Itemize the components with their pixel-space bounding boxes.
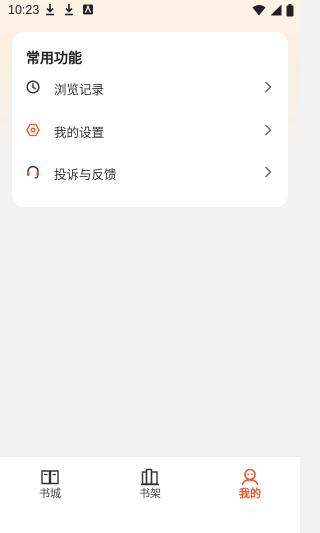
- menu-item-browse-history[interactable]: 浏览记录: [12, 68, 288, 108]
- tab-mine[interactable]: 我的: [200, 457, 300, 533]
- tab-label: 书城: [39, 487, 61, 500]
- download-icon: [46, 4, 54, 16]
- battery-icon: [286, 3, 294, 16]
- signal-icon: [270, 4, 282, 16]
- tab-bookshelf[interactable]: 书架: [100, 457, 200, 533]
- menu-item-complaint-feedback[interactable]: 投诉与反馈: [12, 153, 288, 193]
- chevron-right-icon: [265, 81, 272, 93]
- download-icon: [65, 4, 73, 16]
- bottom-navigation: 书城 书架 我的: [0, 456, 300, 533]
- menu-item-label: 我的设置: [54, 125, 105, 140]
- status-bar: 10:23: [0, 0, 300, 22]
- bookshelf-icon: [141, 468, 159, 486]
- status-time: 10:23: [8, 3, 40, 17]
- profile-icon: [241, 468, 259, 486]
- chevron-right-icon: [265, 166, 272, 178]
- settings-hex-icon: [26, 123, 40, 137]
- headset-icon: [27, 165, 39, 179]
- clock-icon: [26, 80, 40, 94]
- wifi-icon: [252, 5, 266, 16]
- menu-item-my-settings[interactable]: 我的设置: [12, 111, 288, 151]
- menu-item-label: 投诉与反馈: [54, 167, 117, 182]
- status-right: [252, 3, 294, 17]
- tab-label: 我的: [239, 487, 261, 500]
- tab-bookstore[interactable]: 书城: [0, 457, 100, 533]
- book-open-icon: [41, 470, 59, 485]
- chevron-right-icon: [265, 124, 272, 136]
- app-notification-icon: [83, 4, 93, 15]
- common-functions-card: 常用功能 浏览记录 我的设置 投诉与反馈: [12, 32, 288, 207]
- card-title: 常用功能: [26, 51, 82, 67]
- tab-label: 书架: [139, 487, 161, 500]
- menu-item-label: 浏览记录: [54, 82, 105, 97]
